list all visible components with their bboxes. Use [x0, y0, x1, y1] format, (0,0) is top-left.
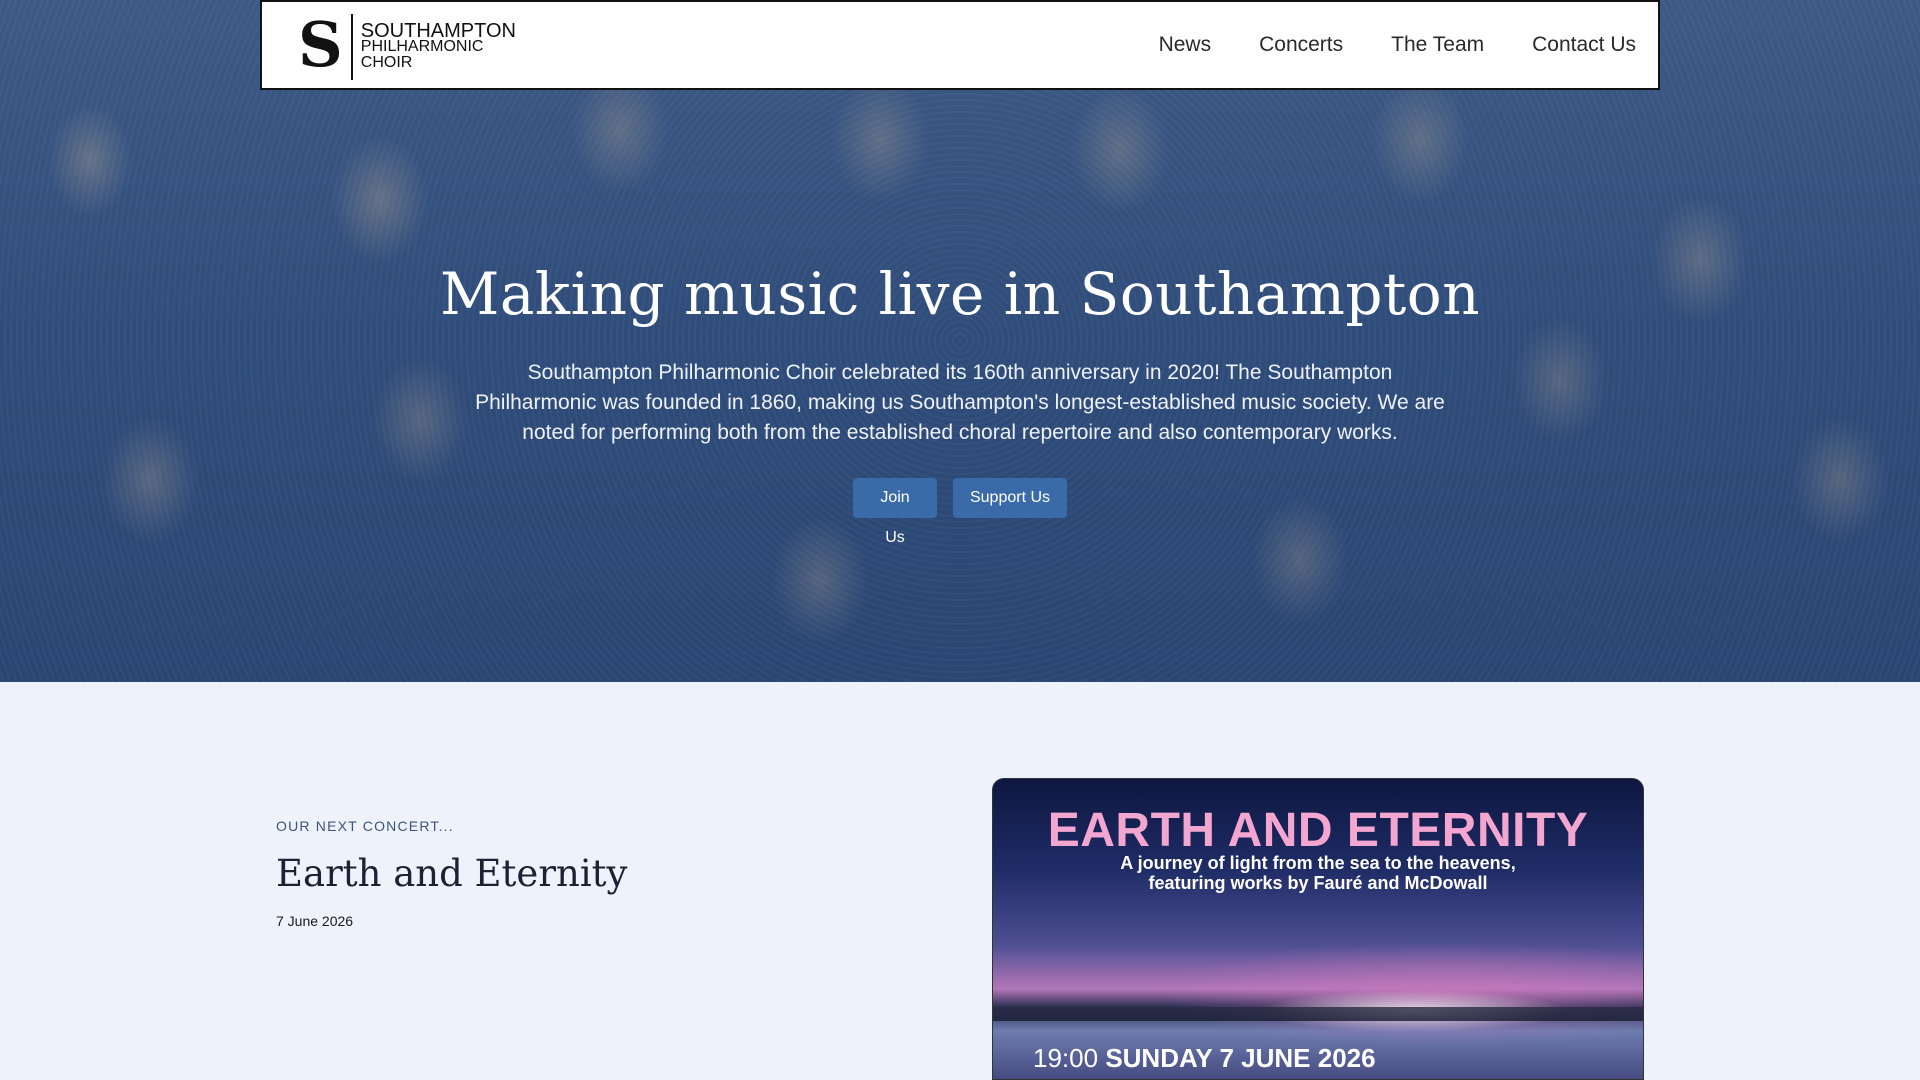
site-header: S SOUTHAMPTON PHILHARMONIC CHOIR News Co… [260, 0, 1660, 90]
hero-content: Making music live in Southampton Southam… [0, 260, 1920, 546]
nav-contact-us[interactable]: Contact Us [1532, 33, 1636, 57]
concert-poster-image[interactable]: EARTH AND ETERNITY A journey of light fr… [992, 778, 1644, 1080]
poster-time: 19:00 [1033, 1043, 1099, 1073]
poster-date: 19:00 SUNDAY 7 JUNE 2026 [1033, 1043, 1376, 1074]
main-nav: News Concerts The Team Contact Us [1159, 2, 1636, 88]
support-us-button[interactable]: Support Us [953, 478, 1067, 518]
next-concert-title[interactable]: Earth and Eternity [276, 852, 627, 895]
site-logo[interactable]: S SOUTHAMPTON PHILHARMONIC CHOIR [298, 14, 516, 80]
logo-wordmark: SOUTHAMPTON PHILHARMONIC CHOIR [360, 20, 516, 71]
hero-title: Making music live in Southampton [439, 260, 1481, 328]
poster-title: EARTH AND ETERNITY [1047, 804, 1589, 857]
hero-description: Southampton Philharmonic Choir celebrate… [475, 361, 1445, 444]
logo-s-mark: S [298, 8, 343, 81]
logo-divider [350, 14, 353, 80]
hero-section: Making music live in Southampton Southam… [0, 0, 1920, 682]
poster-subtitle-line-2: featuring works by Fauré and McDowall [1148, 873, 1488, 893]
join-us-button[interactable]: Join Us [853, 478, 937, 546]
poster-subtitle: A journey of light from the sea to the h… [993, 853, 1643, 893]
hero-buttons: Join Us Support Us [0, 478, 1920, 546]
nav-concerts[interactable]: Concerts [1259, 33, 1343, 57]
nav-the-team[interactable]: The Team [1391, 33, 1484, 57]
poster-subtitle-line-1: A journey of light from the sea to the h… [1120, 853, 1516, 873]
next-concert-date: 7 June 2026 [276, 913, 354, 929]
next-concert-eyebrow: OUR NEXT CONCERT... [276, 818, 454, 834]
poster-day-date: SUNDAY 7 JUNE 2026 [1105, 1043, 1376, 1073]
logo-line-3: CHOIR [360, 54, 413, 71]
logo-line-1: SOUTHAMPTON [360, 20, 516, 42]
nav-news[interactable]: News [1159, 33, 1212, 57]
next-concert-info: OUR NEXT CONCERT... Earth and Eternity 7… [276, 818, 627, 929]
